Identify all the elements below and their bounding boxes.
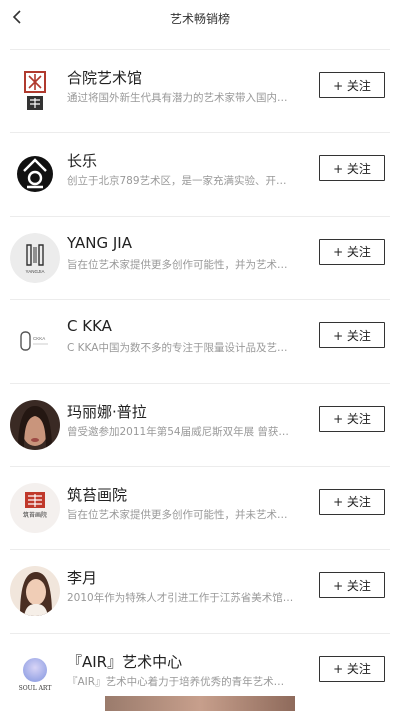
follow-button[interactable]: + 关注 [319,72,385,98]
svg-text:YANGJIA: YANGJIA [26,269,45,274]
follow-button[interactable]: + 关注 [319,155,385,182]
svg-text:CKKA: CKKA [33,336,45,341]
top-nav-bar: 艺术畅销榜 [0,0,400,36]
item-name: YANG JIA [67,233,132,252]
avatar: 筑苔画院 [10,482,60,533]
gallery-list: 合院艺术馆 通过将国外新生代具有潜力的艺术家带入国内… + 关注 长乐 创立于北… [0,50,400,711]
changle-logo-icon [10,149,60,200]
item-description: 通过将国外新生代具有潜力的艺术家带入国内… [67,92,288,104]
list-item[interactable]: 玛丽娜·普拉 曾受邀参加2011年第54届威尼斯双年展 曾获… + 关注 [10,384,390,467]
svg-text:筑苔画院: 筑苔画院 [23,511,47,519]
follow-button[interactable]: + 关注 [319,322,385,349]
item-description: 创立于北京789艺术区，是一家充满实验、开… [67,175,287,188]
svg-text:SOUL ART: SOUL ART [19,685,52,692]
list-item[interactable]: 筑苔画院 筑苔画院 旨在位艺术家提供更多创作可能性，并未艺术… + 关注 [10,467,390,551]
item-name: C KKA [67,317,112,336]
portrait-photo-icon [10,399,60,450]
item-name: 『AIR』艺术中心 [67,652,183,671]
portrait-photo-icon [10,566,60,617]
item-description: 旨在位艺术家提供更多创作可能性，并为艺术… [67,258,288,271]
avatar [10,66,60,116]
air-art-center-logo-icon: SOUL ART [10,649,60,700]
follow-button[interactable]: + 关注 [319,488,385,515]
ckka-logo-icon: CKKA [10,316,60,367]
follow-button[interactable]: + 关注 [319,405,385,432]
follow-button[interactable]: + 关注 [319,655,385,682]
avatar: YANGJIA [10,232,60,283]
item-description: 2010年作为特殊人才引进工作于江苏省美术馆… [67,592,294,605]
item-name: 玛丽娜·普拉 [67,402,147,421]
follow-button[interactable]: + 关注 [319,572,385,599]
heyuan-logo-icon [10,66,60,116]
list-item[interactable]: 长乐 创立于北京789艺术区，是一家充满实验、开… + 关注 [10,133,390,217]
item-description: 曾受邀参加2011年第54届威尼斯双年展 曾获… [67,425,289,438]
avatar: SOUL ART [10,649,60,700]
follow-button[interactable]: + 关注 [319,238,385,265]
avatar: CKKA [10,316,60,367]
page-title: 艺术畅销榜 [169,12,230,26]
item-description: 旨在位艺术家提供更多创作可能性，并未艺术… [67,508,288,521]
item-name: 李月 [67,569,98,588]
zhutai-logo-icon: 筑苔画院 [10,482,60,533]
list-item[interactable]: YANGJIA YANG JIA 旨在位艺术家提供更多创作可能性，并为艺术… +… [10,217,390,301]
yangjia-logo-icon: YANGJIA [10,232,60,283]
avatar [10,566,60,617]
item-name: 合院艺术馆 [67,69,143,87]
avatar [10,399,60,450]
item-description: 『AIR』艺术中心着力于培养优秀的青年艺术… [67,675,285,688]
list-item[interactable]: 李月 2010年作为特殊人才引进工作于江苏省美术馆… + 关注 [10,550,390,634]
item-name: 长乐 [67,152,98,171]
next-item-image-peek [105,696,295,711]
avatar [10,149,60,200]
item-name: 筑苔画院 [67,485,128,504]
list-item[interactable]: 合院艺术馆 通过将国外新生代具有潜力的艺术家带入国内… + 关注 [10,50,390,134]
list-item[interactable]: CKKA C KKA C KKA中国为数不多的专注于限量设计品及艺… + 关注 [10,300,390,384]
item-description: C KKA中国为数不多的专注于限量设计品及艺… [67,342,288,355]
